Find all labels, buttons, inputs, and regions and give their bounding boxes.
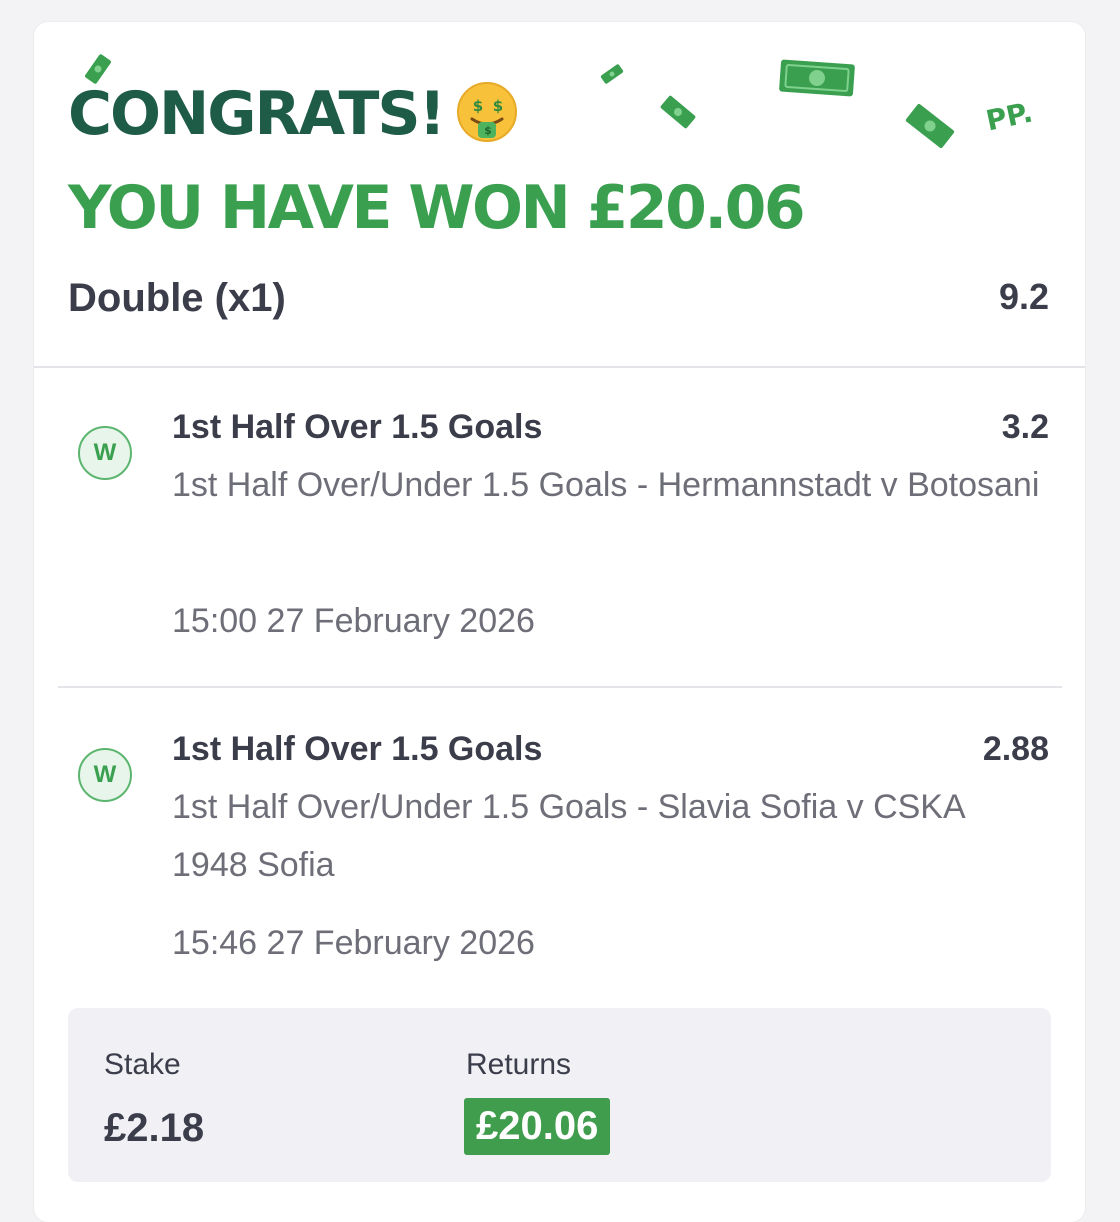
selection-item: W 1st Half Over 1.5 Goals 3.2 1st Half O… <box>34 388 1085 708</box>
banknote-icon <box>660 95 696 129</box>
selection-title: 1st Half Over 1.5 Goals <box>172 730 543 768</box>
banknote-icon <box>905 103 955 149</box>
money-mouth-face-icon: $ $ $ <box>456 82 517 143</box>
banknote-icon <box>779 59 855 97</box>
selection-item: W 1st Half Over 1.5 Goals 2.88 1st Half … <box>34 710 1085 1030</box>
stake-label: Stake <box>104 1048 181 1081</box>
selection-title: 1st Half Over 1.5 Goals <box>172 408 543 446</box>
selection-odds: 2.88 <box>982 730 1049 768</box>
brand-logo: PP. <box>983 95 1036 138</box>
returns-value: £20.06 <box>464 1098 611 1155</box>
bet-type: Double (x1) <box>68 276 286 320</box>
stake-returns-panel: Stake £2.18 Returns £20.06 <box>68 1008 1051 1182</box>
selection-time: 15:00 27 February 2026 <box>172 602 535 640</box>
win-banner: CONGRATS! $ $ $ YOU HAVE WON £20.06 PP. <box>34 22 1085 262</box>
divider <box>58 686 1062 688</box>
bet-receipt-card: CONGRATS! $ $ $ YOU HAVE WON £20.06 PP. … <box>34 22 1085 1222</box>
won-status-badge: W <box>78 748 132 802</box>
returns-label: Returns <box>466 1048 572 1081</box>
banknote-icon <box>600 64 624 84</box>
won-status-badge: W <box>78 426 132 480</box>
selection-market: 1st Half Over/Under 1.5 Goals - Hermanns… <box>172 466 1040 504</box>
selection-market: 1st Half Over/Under 1.5 Goals - Slavia S… <box>172 788 964 884</box>
bet-summary-row: Double (x1) 9.2 <box>34 262 1085 368</box>
stake-value: £2.18 <box>104 1106 205 1150</box>
selection-time: 15:46 27 February 2026 <box>172 924 535 962</box>
winnings-heading: YOU HAVE WON £20.06 <box>68 173 806 243</box>
selection-odds: 3.2 <box>1001 408 1049 446</box>
congrats-heading: CONGRATS! $ $ $ <box>68 82 518 144</box>
bet-total-odds: 9.2 <box>998 276 1049 317</box>
